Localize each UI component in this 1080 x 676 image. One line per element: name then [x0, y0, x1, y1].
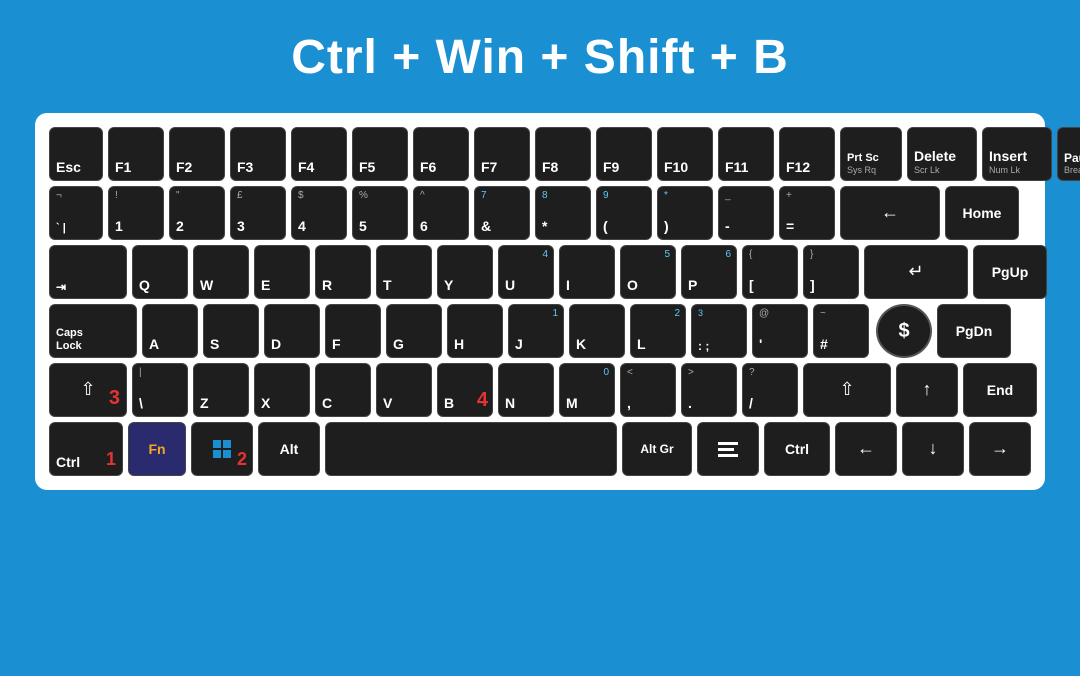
key-f11[interactable]: F11	[718, 127, 774, 181]
key-w[interactable]: W	[193, 245, 249, 299]
key-v[interactable]: V	[376, 363, 432, 417]
key-f3[interactable]: F3	[230, 127, 286, 181]
key-win[interactable]: 2	[191, 422, 253, 476]
key-o[interactable]: 5 O	[620, 245, 676, 299]
key-pgup[interactable]: PgUp	[973, 245, 1047, 299]
key-a[interactable]: A	[142, 304, 198, 358]
key-q[interactable]: Q	[132, 245, 188, 299]
key-k[interactable]: K	[569, 304, 625, 358]
key-y[interactable]: Y	[437, 245, 493, 299]
key-end[interactable]: End	[963, 363, 1037, 417]
key-space[interactable]	[325, 422, 617, 476]
key-e[interactable]: E	[254, 245, 310, 299]
key-alt[interactable]: Alt	[258, 422, 320, 476]
key-l[interactable]: 2 L	[630, 304, 686, 358]
key-1[interactable]: ! 1	[108, 186, 164, 240]
key-insert[interactable]: Insert Num Lk	[982, 127, 1052, 181]
key-period[interactable]: > .	[681, 363, 737, 417]
key-backspace[interactable]: ←	[840, 186, 940, 240]
key-shift-left[interactable]: 3 ⇧	[49, 363, 127, 417]
key-8[interactable]: 8 *	[535, 186, 591, 240]
key-g[interactable]: G	[386, 304, 442, 358]
menu-icon	[716, 440, 740, 459]
key-c[interactable]: C	[315, 363, 371, 417]
key-home[interactable]: Home	[945, 186, 1019, 240]
key-r[interactable]: R	[315, 245, 371, 299]
key-esc[interactable]: Esc	[49, 127, 103, 181]
key-circle-s[interactable]: $	[876, 304, 932, 358]
key-f12[interactable]: F12	[779, 127, 835, 181]
key-enter[interactable]: ↵	[864, 245, 968, 299]
key-i[interactable]: I	[559, 245, 615, 299]
keyboard: Esc F1 F2 F3 F4 F5 F6 F7 F8 F9 F10 F11 F…	[35, 113, 1045, 490]
row-asdf: CapsLock A S D F G H 1 J K 2 L 3 : ; @ '…	[49, 304, 1031, 358]
key-comma[interactable]: < ,	[620, 363, 676, 417]
key-m[interactable]: 0 M	[559, 363, 615, 417]
key-close-bracket[interactable]: } ]	[803, 245, 859, 299]
key-f8[interactable]: F8	[535, 127, 591, 181]
key-f9[interactable]: F9	[596, 127, 652, 181]
key-right[interactable]: →	[969, 422, 1031, 476]
key-9[interactable]: 9 (	[596, 186, 652, 240]
key-6[interactable]: ^ 6	[413, 186, 469, 240]
row-qwerty: ⇥ Q W E R T Y 4 U I 5 O 6 P { [ } ] ↵	[49, 245, 1031, 299]
key-backtick[interactable]: ¬ ` |	[49, 186, 103, 240]
key-quote[interactable]: @ '	[752, 304, 808, 358]
key-z[interactable]: Z	[193, 363, 249, 417]
row-number: ¬ ` | ! 1 " 2 £ 3 $ 4 % 5 ^ 6 7 &	[49, 186, 1031, 240]
key-tab[interactable]: ⇥	[49, 245, 127, 299]
row-bottom: Ctrl 1 Fn 2 Alt Alt Gr Ctrl ← ↓ →	[49, 422, 1031, 476]
key-capslock[interactable]: CapsLock	[49, 304, 137, 358]
key-down[interactable]: ↓	[902, 422, 964, 476]
key-hash[interactable]: ~ #	[813, 304, 869, 358]
windows-logo-icon	[213, 440, 231, 458]
key-d[interactable]: D	[264, 304, 320, 358]
key-7[interactable]: 7 &	[474, 186, 530, 240]
key-f10[interactable]: F10	[657, 127, 713, 181]
key-x[interactable]: X	[254, 363, 310, 417]
key-p[interactable]: 6 P	[681, 245, 737, 299]
key-f5[interactable]: F5	[352, 127, 408, 181]
key-semicolon[interactable]: 3 : ;	[691, 304, 747, 358]
key-fn[interactable]: Fn	[128, 422, 186, 476]
key-j[interactable]: 1 J	[508, 304, 564, 358]
key-ctrl-right[interactable]: Ctrl	[764, 422, 830, 476]
key-f4[interactable]: F4	[291, 127, 347, 181]
row-function: Esc F1 F2 F3 F4 F5 F6 F7 F8 F9 F10 F11 F…	[49, 127, 1031, 181]
key-f[interactable]: F	[325, 304, 381, 358]
key-backslash2[interactable]: | \	[132, 363, 188, 417]
key-left[interactable]: ←	[835, 422, 897, 476]
key-5[interactable]: % 5	[352, 186, 408, 240]
key-pause[interactable]: Pause Break	[1057, 127, 1080, 181]
key-delete[interactable]: Delete Scr Lk	[907, 127, 977, 181]
key-menu[interactable]	[697, 422, 759, 476]
key-open-bracket[interactable]: { [	[742, 245, 798, 299]
key-h[interactable]: H	[447, 304, 503, 358]
key-f2[interactable]: F2	[169, 127, 225, 181]
key-altgr[interactable]: Alt Gr	[622, 422, 692, 476]
key-ctrl-left[interactable]: Ctrl 1	[49, 422, 123, 476]
key-up[interactable]: ↑	[896, 363, 958, 417]
key-3[interactable]: £ 3	[230, 186, 286, 240]
key-shift-right[interactable]: ⇧	[803, 363, 891, 417]
key-f7[interactable]: F7	[474, 127, 530, 181]
key-slash[interactable]: ? /	[742, 363, 798, 417]
key-pgdn[interactable]: PgDn	[937, 304, 1011, 358]
key-u[interactable]: 4 U	[498, 245, 554, 299]
key-4[interactable]: $ 4	[291, 186, 347, 240]
key-0[interactable]: * )	[657, 186, 713, 240]
key-prtsc[interactable]: Prt Sc Sys Rq	[840, 127, 902, 181]
key-s[interactable]: S	[203, 304, 259, 358]
key-equals[interactable]: + =	[779, 186, 835, 240]
key-minus[interactable]: _ -	[718, 186, 774, 240]
key-2[interactable]: " 2	[169, 186, 225, 240]
key-f1[interactable]: F1	[108, 127, 164, 181]
key-n[interactable]: N	[498, 363, 554, 417]
row-zxcv: 3 ⇧ | \ Z X C V 4 B N 0 M < , > . ? /	[49, 363, 1031, 417]
key-t[interactable]: T	[376, 245, 432, 299]
key-f6[interactable]: F6	[413, 127, 469, 181]
key-b[interactable]: 4 B	[437, 363, 493, 417]
page-title: Ctrl + Win + Shift + B	[291, 30, 789, 85]
